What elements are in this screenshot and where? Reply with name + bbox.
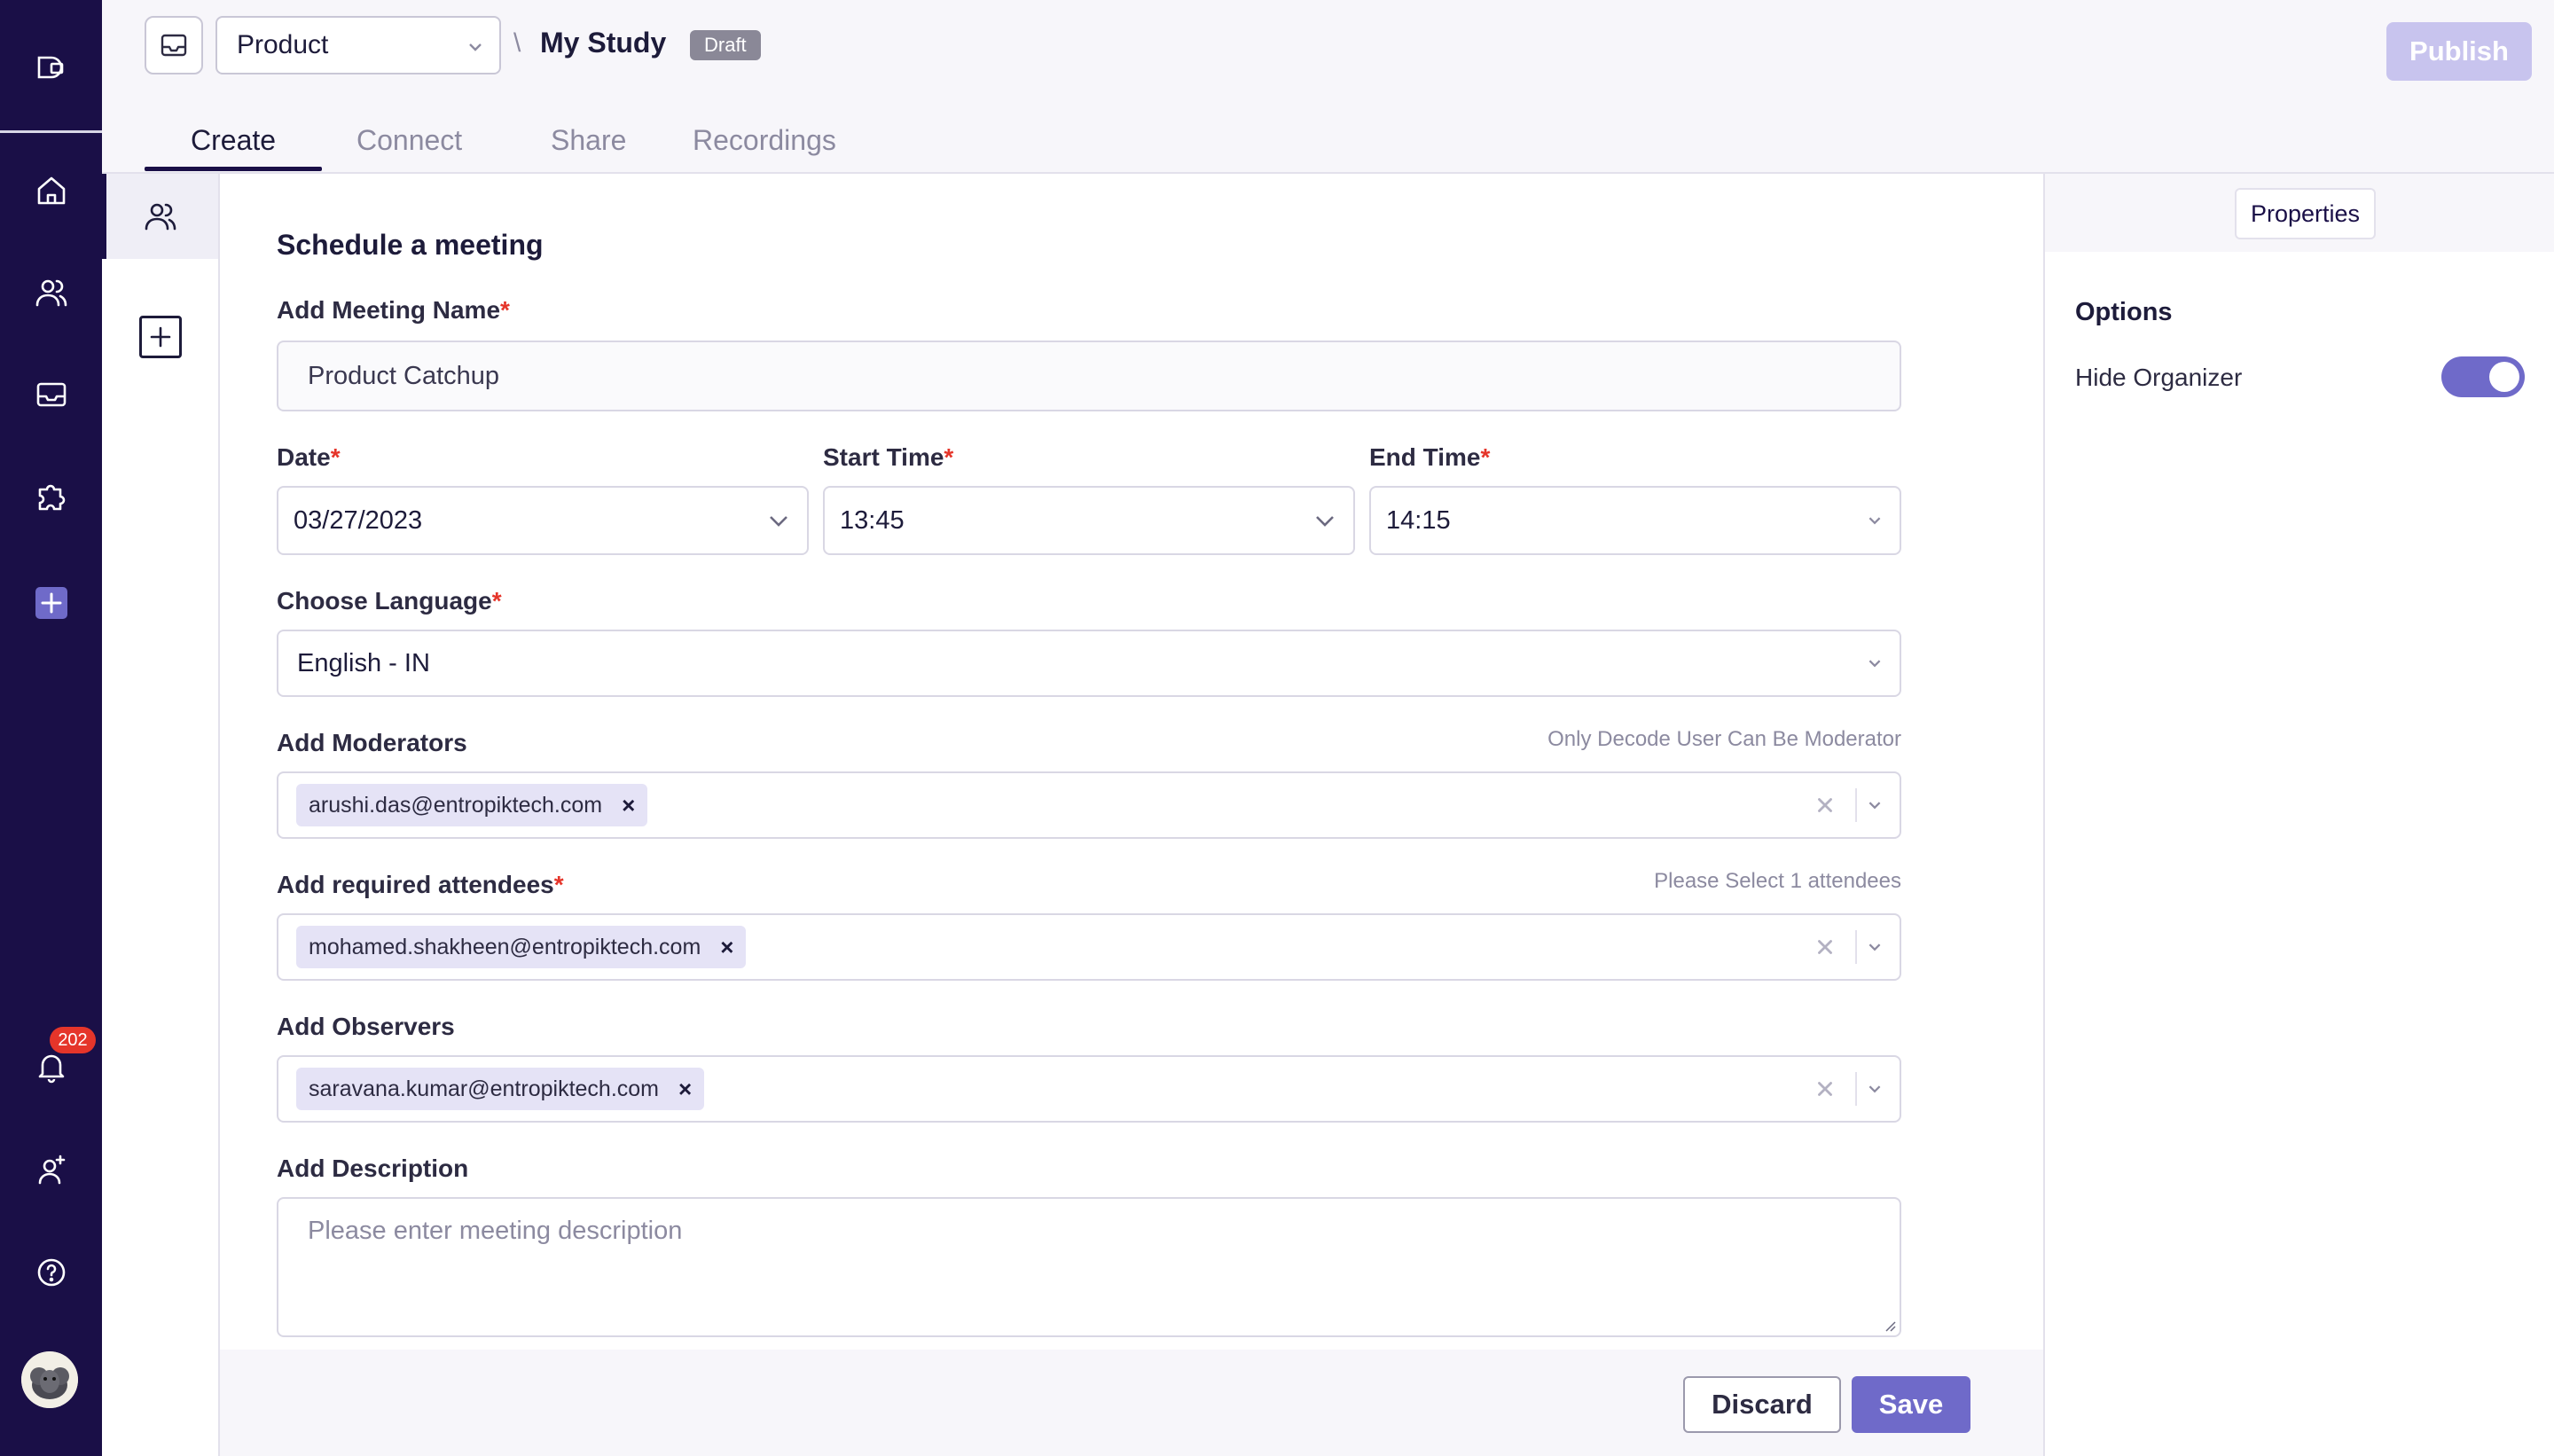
attendees-hint: Please Select 1 attendees	[1654, 869, 1901, 893]
remove-chip-icon[interactable]: ×	[678, 1076, 692, 1103]
start-time-label: Start Time*	[823, 443, 954, 471]
form-title: Schedule a meeting	[277, 229, 544, 261]
meeting-form: Schedule a meeting Add Meeting Name* Pro…	[220, 174, 2043, 1456]
language-label: Choose Language*	[277, 587, 502, 614]
description-placeholder: Please enter meeting description	[308, 1217, 683, 1245]
publish-button[interactable]: Publish	[2386, 22, 2532, 81]
chevron-down-icon	[1868, 943, 1881, 951]
chevron-down-icon	[1868, 802, 1881, 810]
divider	[1855, 1072, 1857, 1106]
nav-divider	[0, 130, 102, 133]
date-picker[interactable]: 03/27/2023	[277, 486, 809, 555]
start-time-value: 13:45	[840, 505, 905, 535]
help-icon[interactable]	[0, 1241, 102, 1303]
start-time-select[interactable]: 13:45	[823, 486, 1355, 555]
remove-chip-icon[interactable]: ×	[720, 934, 733, 961]
divider	[1855, 930, 1857, 964]
active-tab-indicator	[145, 167, 322, 171]
moderator-chip: arushi.das@entropiktech.com ×	[296, 784, 648, 826]
chevron-down-icon	[469, 43, 482, 51]
project-select-value: Product	[237, 30, 329, 59]
tab-properties[interactable]: Properties	[2235, 188, 2377, 239]
chevron-down-icon	[1868, 1085, 1881, 1093]
date-label: Date*	[277, 443, 341, 471]
end-time-select[interactable]: 14:15	[1369, 486, 1901, 555]
meeting-name-value: Product Catchup	[308, 361, 500, 390]
save-button[interactable]: Save	[1852, 1376, 1970, 1433]
resize-handle-icon[interactable]	[1882, 1318, 1896, 1332]
description-textarea[interactable]: Please enter meeting description	[277, 1197, 1901, 1337]
top-header: Product \ My Study Draft Publish Create …	[102, 0, 2554, 174]
project-select[interactable]: Product	[215, 16, 501, 74]
tab-create[interactable]: Create	[191, 124, 276, 157]
meeting-name-input[interactable]: Product Catchup	[277, 341, 1901, 411]
date-value: 03/27/2023	[294, 505, 423, 535]
options-title: Options	[2075, 298, 2173, 326]
main-nav-rail: 202	[0, 0, 102, 1456]
add-section-button[interactable]	[139, 316, 182, 358]
home-icon[interactable]	[0, 160, 102, 222]
attendees-label: Add required attendees*	[277, 871, 564, 898]
notifications-button[interactable]: 202	[0, 1027, 102, 1098]
chevron-down-icon	[1868, 660, 1881, 668]
attendee-chip: mohamed.shakheen@entropiktech.com ×	[296, 926, 747, 968]
plus-icon	[150, 326, 171, 348]
chevron-down-icon	[1316, 516, 1334, 527]
tab-recordings[interactable]: Recordings	[693, 124, 836, 157]
end-time-value: 14:15	[1386, 505, 1451, 535]
divider	[1855, 788, 1857, 822]
description-label: Add Description	[277, 1155, 469, 1182]
puzzle-icon[interactable]	[0, 466, 102, 528]
inbox-icon[interactable]	[0, 364, 102, 426]
hide-organizer-toggle[interactable]	[2441, 356, 2525, 397]
clear-icon[interactable]	[1813, 935, 1837, 959]
users-icon	[145, 203, 176, 231]
clear-icon[interactable]	[1813, 1076, 1837, 1101]
breadcrumb-separator: \	[513, 28, 521, 58]
notification-count-badge: 202	[50, 1027, 96, 1053]
add-user-icon[interactable]	[0, 1139, 102, 1202]
end-time-label: End Time*	[1369, 443, 1491, 471]
moderators-select[interactable]: arushi.das@entropiktech.com ×	[277, 771, 1901, 839]
meeting-section-button[interactable]	[102, 174, 218, 259]
moderators-label: Add Moderators	[277, 729, 467, 756]
remove-chip-icon[interactable]: ×	[622, 792, 635, 819]
study-title: My Study	[540, 27, 667, 59]
observers-select[interactable]: saravana.kumar@entropiktech.com ×	[277, 1055, 1901, 1123]
inbox-icon	[161, 34, 187, 57]
avatar[interactable]	[21, 1351, 78, 1408]
discard-button[interactable]: Discard	[1683, 1376, 1841, 1433]
logo-icon[interactable]	[0, 40, 102, 102]
chevron-down-icon	[770, 516, 787, 527]
clear-icon[interactable]	[1813, 793, 1837, 818]
moderators-hint: Only Decode User Can Be Moderator	[1547, 727, 1901, 751]
hide-organizer-label: Hide Organizer	[2075, 364, 2243, 391]
properties-header: Properties	[2045, 174, 2554, 252]
properties-panel: Properties Options Hide Organizer	[2043, 174, 2554, 1456]
tab-connect[interactable]: Connect	[356, 124, 462, 157]
study-inbox-button[interactable]	[145, 16, 203, 74]
chevron-down-icon	[1868, 517, 1881, 525]
language-select[interactable]: English - IN	[277, 630, 1901, 697]
observers-label: Add Observers	[277, 1013, 455, 1040]
status-badge: Draft	[690, 30, 761, 60]
attendees-select[interactable]: mohamed.shakheen@entropiktech.com ×	[277, 913, 1901, 981]
add-project-icon[interactable]	[0, 572, 102, 634]
tab-share[interactable]: Share	[551, 124, 626, 157]
meeting-name-label: Add Meeting Name*	[277, 296, 510, 324]
users-icon[interactable]	[0, 262, 102, 324]
section-rail	[102, 174, 220, 1456]
language-value: English - IN	[297, 648, 430, 677]
observer-chip: saravana.kumar@entropiktech.com ×	[296, 1068, 705, 1110]
